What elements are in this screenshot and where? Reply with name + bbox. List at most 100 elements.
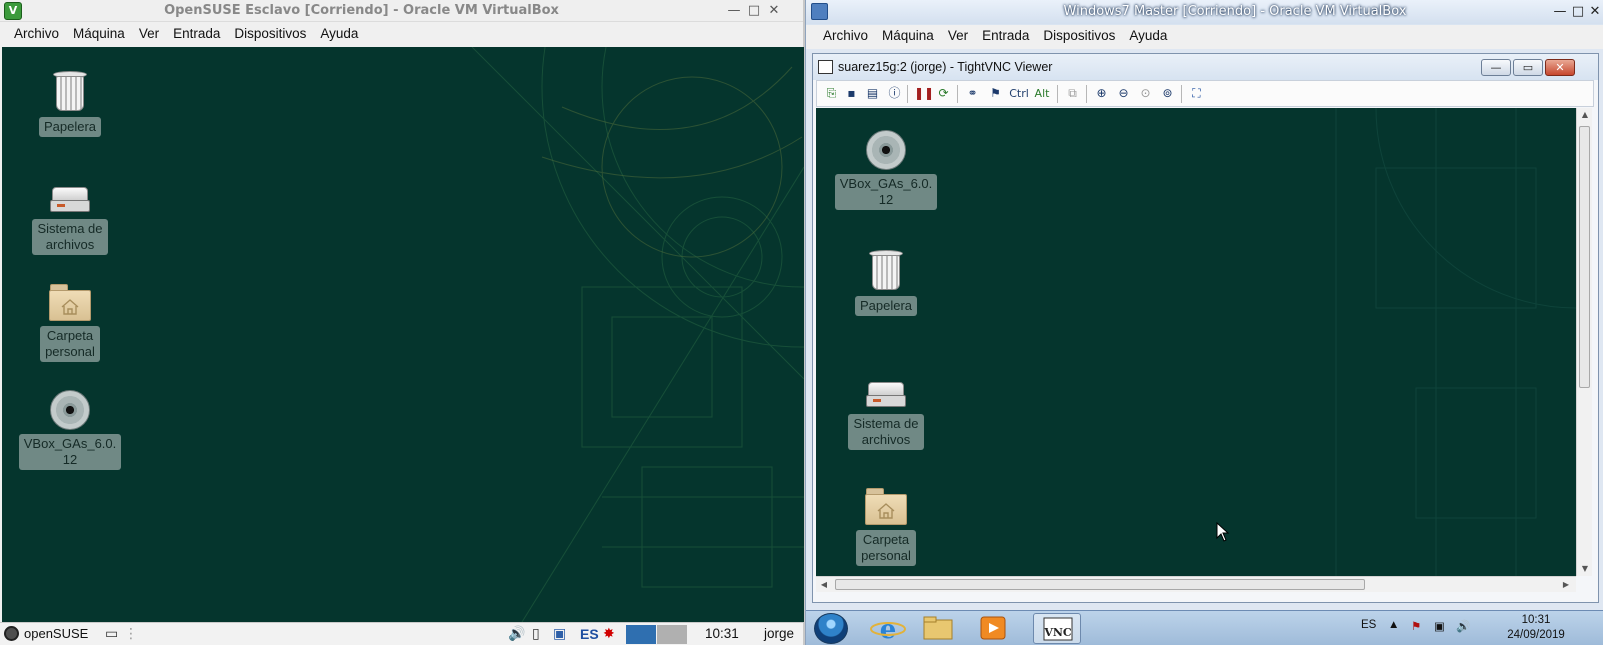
vnc-icon-vbox-gas[interactable]: VBox_GAs_6.0. 12 bbox=[834, 130, 938, 210]
action-center-icon[interactable]: ⚑ bbox=[1411, 619, 1421, 633]
toolbar-separator bbox=[957, 85, 958, 103]
left-title-bar[interactable]: V OpenSUSE Esclavo [Corriendo] - Oracle … bbox=[0, 0, 803, 22]
vnc-title-bar[interactable]: suarez15g:2 (jorge) - TightVNC Viewer — … bbox=[813, 54, 1598, 80]
desktop-icon-label: Carpeta personal bbox=[856, 530, 916, 566]
right-menu-entrada[interactable]: Entrada bbox=[975, 25, 1036, 46]
ctrl-key-button[interactable]: Ctrl bbox=[1007, 85, 1031, 102]
windows-start-button[interactable] bbox=[814, 613, 848, 644]
volume-icon[interactable]: 🔊 bbox=[1456, 619, 1470, 633]
tightvnc-taskbar-button[interactable]: VNC bbox=[1033, 613, 1081, 644]
win7-clock[interactable]: 10:31 24/09/2019 bbox=[1496, 613, 1576, 643]
left-menu-ver[interactable]: Ver bbox=[132, 23, 166, 44]
right-menu-archivo[interactable]: Archivo bbox=[816, 25, 875, 46]
desktop-icon-label: Papelera bbox=[38, 117, 102, 137]
ctrl-alt-del-icon[interactable]: ⚭ bbox=[964, 85, 981, 102]
right-title-bar[interactable]: Windows7 Master [Corriendo] - Oracle VM … bbox=[806, 0, 1603, 24]
svg-text:VNC: VNC bbox=[1043, 626, 1072, 639]
left-close-button[interactable]: ✕ bbox=[765, 2, 783, 20]
scroll-left-icon[interactable]: ◀ bbox=[816, 577, 832, 593]
scroll-down-icon[interactable]: ▼ bbox=[1577, 562, 1593, 576]
win7-desktop[interactable]: suarez15g:2 (jorge) - TightVNC Viewer — … bbox=[806, 49, 1603, 610]
vnc-maximize-button[interactable]: ▭ bbox=[1513, 59, 1543, 76]
battery-icon[interactable]: ▯ bbox=[532, 626, 540, 643]
home-folder-icon bbox=[48, 282, 92, 322]
explorer-folder-icon[interactable] bbox=[914, 613, 962, 644]
right-menu-maquina[interactable]: Máquina bbox=[875, 25, 941, 46]
vnc-horizontal-scroll-thumb[interactable] bbox=[835, 579, 1365, 590]
fullscreen-icon[interactable]: ⛶ bbox=[1188, 85, 1205, 102]
desktop-icon-papelera[interactable]: Papelera bbox=[38, 69, 102, 137]
vnc-icon-carpeta-personal[interactable]: Carpeta personal bbox=[852, 486, 920, 566]
keyboard-layout-indicator[interactable]: ES bbox=[580, 626, 599, 643]
scroll-right-icon[interactable]: ▶ bbox=[1558, 577, 1574, 593]
new-connection-icon[interactable]: ⎘ bbox=[823, 85, 840, 102]
tightvnc-viewer-window: suarez15g:2 (jorge) - TightVNC Viewer — … bbox=[812, 53, 1599, 603]
home-folder-icon bbox=[864, 486, 908, 526]
left-maximize-button[interactable]: □ bbox=[745, 2, 763, 20]
vnc-vertical-scroll-thumb[interactable] bbox=[1579, 126, 1590, 388]
update-alert-icon[interactable]: ✸ bbox=[603, 626, 615, 643]
vnc-icon-papelera[interactable]: Papelera bbox=[853, 248, 919, 316]
zoom-in-icon[interactable]: ⊕ bbox=[1093, 85, 1110, 102]
desktop-icon-carpeta-personal[interactable]: Carpeta personal bbox=[36, 282, 104, 362]
opensuse-desktop[interactable]: Papelera Sistema de archivos Carpeta perso… bbox=[2, 47, 804, 622]
file-manager-icon[interactable]: ▭ bbox=[105, 626, 118, 643]
wallpaper-pattern bbox=[471, 47, 804, 622]
right-menu-ver[interactable]: Ver bbox=[941, 25, 975, 46]
left-menu-dispositivos[interactable]: Dispositivos bbox=[227, 23, 313, 44]
show-hidden-icons-icon[interactable]: ▲ bbox=[1388, 619, 1399, 631]
desktop-icon-vbox-gas[interactable]: VBox_GAs_6.0. 12 bbox=[18, 390, 122, 470]
volume-icon[interactable]: 🔊 bbox=[508, 626, 525, 643]
vnc-horizontal-scrollbar[interactable]: ◀ ▶ bbox=[816, 576, 1576, 592]
network-icon[interactable]: ▣ bbox=[553, 626, 566, 643]
win7-taskbar: e VNC ES ▲ ⚑ ▣ 🔊 10:31 24/09/2019 bbox=[806, 610, 1603, 645]
left-menu-archivo[interactable]: Archivo bbox=[7, 23, 66, 44]
opensuse-menu-button[interactable]: openSUSE bbox=[4, 626, 88, 643]
refresh-icon[interactable]: ⟳ bbox=[935, 85, 952, 102]
right-close-button[interactable]: ✕ bbox=[1586, 3, 1603, 21]
toolbar-separator bbox=[1086, 85, 1087, 103]
panel-user[interactable]: jorge bbox=[764, 626, 794, 641]
left-menu-maquina[interactable]: Máquina bbox=[66, 23, 132, 44]
win-key-icon[interactable]: ⚑ bbox=[987, 85, 1004, 102]
left-window-title: OpenSUSE Esclavo [Corriendo] - Oracle VM… bbox=[164, 3, 559, 18]
right-maximize-button[interactable]: □ bbox=[1569, 3, 1587, 21]
alt-key-button[interactable]: Alt bbox=[1032, 85, 1052, 102]
language-indicator[interactable]: ES bbox=[1361, 619, 1376, 631]
panel-clock[interactable]: 10:31 bbox=[705, 626, 739, 641]
right-window-title: Windows7 Master [Corriendo] - Oracle VM … bbox=[1063, 4, 1407, 19]
pause-icon[interactable]: ❚❚ bbox=[914, 85, 934, 102]
vnc-icon-sistema-de-archivos[interactable]: Sistema de archivos bbox=[844, 380, 928, 450]
vnc-close-button[interactable]: ✕ bbox=[1545, 59, 1575, 76]
workspace-1[interactable] bbox=[626, 625, 656, 644]
left-minimize-button[interactable]: — bbox=[725, 2, 743, 20]
right-menu-dispositivos[interactable]: Dispositivos bbox=[1036, 25, 1122, 46]
clipboard-icon[interactable]: ⧉ bbox=[1064, 85, 1081, 102]
vnc-toolbar: ⎘ ▪ ▤ ⓘ ❚❚ ⟳ ⚭ ⚑ Ctrl Alt ⧉ ⊕ ⊖ ⊙ ⊚ ⛶ bbox=[816, 80, 1594, 107]
disc-icon bbox=[866, 130, 906, 170]
zoom-reset-icon[interactable]: ⊙ bbox=[1137, 85, 1154, 102]
right-menu-bar: Archivo Máquina Ver Entrada Dispositivos Ayud… bbox=[806, 25, 1603, 49]
toolbar-separator bbox=[1181, 85, 1182, 103]
vnc-remote-desktop[interactable]: VBox_GAs_6.0. 12 Papelera Sistema de archi… bbox=[816, 108, 1576, 576]
desktop-icon-sistema-de-archivos[interactable]: Sistema de archivos bbox=[28, 185, 112, 255]
save-icon[interactable]: ▪ bbox=[843, 85, 860, 102]
scroll-up-icon[interactable]: ▲ bbox=[1577, 108, 1593, 122]
vnc-window-title: suarez15g:2 (jorge) - TightVNC Viewer bbox=[838, 60, 1053, 74]
network-icon[interactable]: ▣ bbox=[1434, 619, 1445, 633]
zoom-out-icon[interactable]: ⊖ bbox=[1115, 85, 1132, 102]
vnc-minimize-button[interactable]: — bbox=[1481, 59, 1511, 76]
connection-info-icon[interactable]: ⓘ bbox=[886, 85, 903, 102]
workspace-2[interactable] bbox=[657, 625, 687, 644]
right-menu-ayuda[interactable]: Ayuda bbox=[1122, 25, 1174, 46]
options-icon[interactable]: ▤ bbox=[864, 85, 881, 102]
left-menu-bar: Archivo Máquina Ver Entrada Dispositivos Ayud… bbox=[0, 23, 803, 47]
left-menu-ayuda[interactable]: Ayuda bbox=[313, 23, 365, 44]
left-menu-entrada[interactable]: Entrada bbox=[166, 23, 227, 44]
media-player-icon[interactable] bbox=[969, 613, 1017, 644]
trash-icon bbox=[52, 69, 88, 113]
right-minimize-button[interactable]: — bbox=[1551, 3, 1569, 21]
vnc-vertical-scrollbar[interactable]: ▲ ▼ bbox=[1576, 108, 1592, 576]
zoom-fit-icon[interactable]: ⊚ bbox=[1159, 85, 1176, 102]
internet-explorer-icon[interactable]: e bbox=[864, 613, 912, 645]
